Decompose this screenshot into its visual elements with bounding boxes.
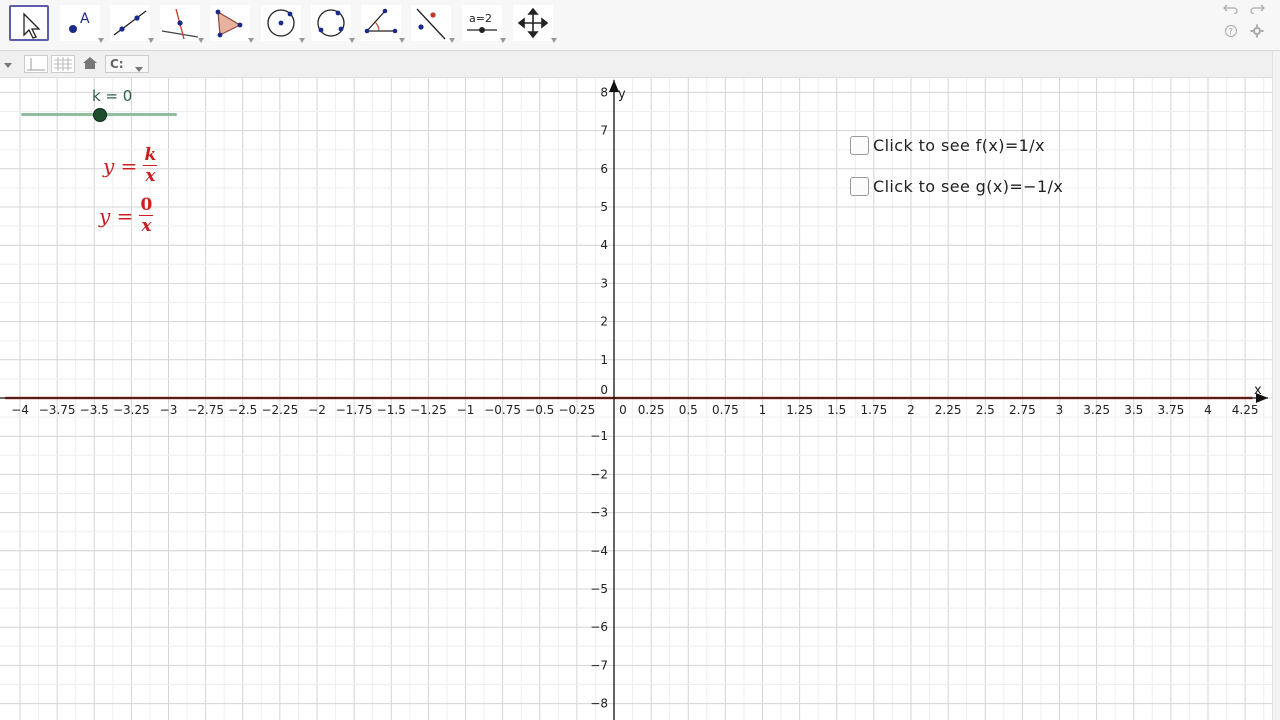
x-tick-label: 4.25	[1232, 403, 1259, 417]
x-tick-label: −0.5	[525, 403, 554, 417]
grid-toggle-icon[interactable]	[51, 55, 75, 73]
home-icon[interactable]	[81, 55, 99, 73]
toolbar: A a=2 ?	[0, 0, 1280, 51]
axes-toggle-icon[interactable]	[24, 55, 48, 73]
svg-text:A: A	[80, 11, 90, 27]
x-tick-label: −3.5	[80, 403, 109, 417]
formula-general-denominator: x	[145, 166, 156, 186]
angle-tool[interactable]	[361, 5, 405, 43]
x-tick-label: −3	[160, 403, 178, 417]
formula-specific: y = 0 x	[99, 195, 154, 236]
x-tick-label: −2	[308, 403, 326, 417]
reflect-tool[interactable]	[411, 5, 455, 43]
triangle-down-icon[interactable]	[3, 56, 13, 74]
graphics-view-bar: C:	[0, 51, 1272, 78]
svg-text:?: ?	[1228, 28, 1233, 38]
checkbox-g-box[interactable]	[850, 177, 869, 196]
x-axis-label: x	[1254, 383, 1262, 398]
label-style-text: C:	[110, 57, 124, 71]
y-tick-label: 6	[600, 162, 608, 176]
label-style-button[interactable]: C:	[105, 55, 149, 73]
point-tool[interactable]: A	[60, 5, 104, 43]
x-tick-label: 1.25	[786, 403, 813, 417]
x-tick-label: 0	[619, 403, 627, 417]
x-tick-label: 2.5	[976, 403, 995, 417]
y-tick-label: 3	[600, 276, 608, 290]
help-icon[interactable]: ?	[1224, 24, 1238, 41]
move-view-tool[interactable]	[513, 5, 557, 43]
svg-text:a=2: a=2	[469, 12, 492, 25]
checkbox-f-box[interactable]	[850, 136, 869, 155]
x-tick-label: −1.25	[410, 403, 447, 417]
y-tick-label: −5	[590, 582, 608, 596]
vertical-scrollbar[interactable]	[1272, 51, 1280, 720]
x-tick-labels: −4 −3.75 −3.5 −3.25 −3 −2.75 −2.5 −2.25 −2 −1.75−…	[11, 403, 1258, 417]
y-tick-label: 4	[600, 238, 608, 252]
y-tick-label: −8	[590, 697, 608, 711]
x-tick-label: 1	[759, 403, 767, 417]
y-tick-label: −3	[590, 506, 608, 520]
slider-knob[interactable]	[93, 108, 107, 122]
x-tick-label: −1.75	[336, 403, 373, 417]
slider-tool[interactable]: a=2	[462, 5, 506, 43]
x-tick-label: 3	[1056, 403, 1064, 417]
x-tick-label: 0.25	[638, 403, 665, 417]
undo-icon[interactable]	[1223, 2, 1239, 17]
perpendicular-tool[interactable]	[160, 5, 204, 43]
checkbox-show-f[interactable]: Click to see f(x)=1/x	[850, 136, 1045, 155]
x-tick-label: −4	[11, 403, 29, 417]
x-tick-label: 1.75	[861, 403, 888, 417]
y-tick-label: −4	[590, 544, 608, 558]
y-tick-label: −1	[590, 429, 608, 443]
x-tick-label: −2.5	[228, 403, 257, 417]
x-tick-label: 3.25	[1083, 403, 1110, 417]
y-tick-label: 2	[600, 315, 608, 329]
y-tick-label: −2	[590, 467, 608, 481]
polygon-tool[interactable]	[210, 5, 254, 43]
x-tick-label: −0.25	[558, 403, 595, 417]
x-tick-label: 2.75	[1009, 403, 1036, 417]
x-tick-label: 3.75	[1158, 403, 1185, 417]
y-tick-label: 5	[600, 200, 608, 214]
x-tick-label: 4	[1204, 403, 1212, 417]
circle-center-tool[interactable]	[261, 5, 305, 43]
formula-general: y = k x	[103, 145, 158, 186]
circle-three-points-tool[interactable]	[311, 5, 355, 43]
x-tick-label: 2.25	[935, 403, 962, 417]
y-tick-label: 8	[600, 85, 608, 99]
y-tick-label: −6	[590, 620, 608, 634]
y-tick-label: 7	[600, 124, 608, 138]
formula-specific-lhs: y =	[99, 204, 134, 228]
x-tick-label: 0.5	[679, 403, 698, 417]
graphics-view[interactable]: x y −4 −3.75 −3.5 −3.25 −3 −2.75 −2.5 −2.25 −2 −1.…	[0, 78, 1272, 720]
x-tick-label: 1.5	[827, 403, 846, 417]
line-tool[interactable]	[110, 5, 154, 43]
chevron-down-icon	[134, 61, 144, 77]
formula-specific-numerator: 0	[140, 195, 153, 215]
x-tick-label: 3.5	[1124, 403, 1143, 417]
formula-general-numerator: k	[144, 145, 157, 165]
x-tick-label: −2.75	[187, 403, 224, 417]
x-tick-label: −3.25	[113, 403, 150, 417]
x-tick-label: 2	[907, 403, 915, 417]
checkbox-show-g[interactable]: Click to see g(x)=−1/x	[850, 177, 1063, 196]
y-tick-label: −7	[590, 658, 608, 672]
y-tick-label: 1	[600, 353, 608, 367]
y-axis-label: y	[618, 87, 626, 102]
x-tick-label: −0.75	[484, 403, 521, 417]
x-tick-label: −1.5	[377, 403, 406, 417]
checkbox-g-label: Click to see g(x)=−1/x	[873, 177, 1064, 196]
x-tick-label: −2.25	[261, 403, 298, 417]
redo-icon[interactable]	[1249, 2, 1265, 17]
slider-label: k = 0	[92, 87, 133, 105]
y-tick-label: 0	[600, 383, 608, 397]
gear-icon[interactable]	[1250, 24, 1264, 41]
x-tick-label: −1	[457, 403, 475, 417]
checkbox-f-label: Click to see f(x)=1/x	[873, 136, 1045, 155]
x-tick-label: 0.75	[712, 403, 739, 417]
formula-specific-denominator: x	[141, 216, 152, 236]
move-tool[interactable]	[9, 5, 49, 41]
x-tick-label: −3.75	[39, 403, 76, 417]
formula-general-lhs: y =	[103, 154, 138, 178]
